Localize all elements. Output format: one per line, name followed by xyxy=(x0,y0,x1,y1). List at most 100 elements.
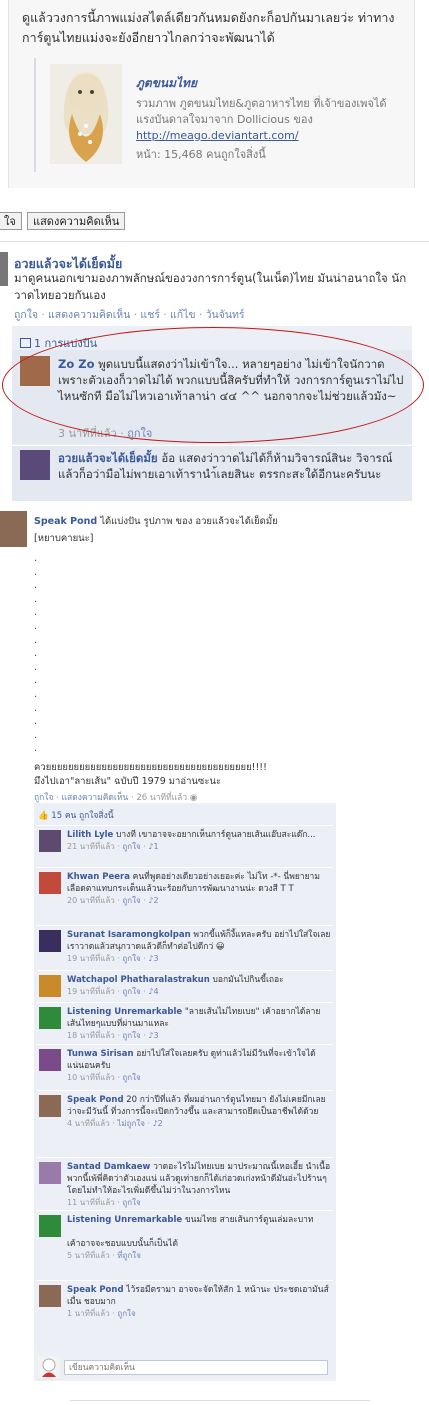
like-count[interactable]: ♪4 xyxy=(148,987,158,996)
comment-author[interactable]: Speak Pond xyxy=(67,1095,124,1105)
shared-text: ได้แบ่งปัน รูปภาพ ของ อวยแล้วจะได้เย็ดมั… xyxy=(100,516,278,527)
comment-body: Speak Pond ไว้รอมีตรามา อาจจะจัดให้สัก 1… xyxy=(67,1284,331,1320)
share-link[interactable]: แชร์ xyxy=(140,309,160,321)
comment-like-link[interactable]: ถูกใจ xyxy=(122,1198,140,1207)
comment-like-link[interactable]: ถูกใจ xyxy=(122,1031,140,1040)
attachment-thumbnail[interactable] xyxy=(50,64,122,164)
comment-like-link[interactable]: ถูกใจ xyxy=(122,954,140,963)
comment-body: อวยแล้วจะได้เย็ดมั้ย อ้อ แสดงว่าวาดไม่ได… xyxy=(58,450,406,482)
comment-author[interactable]: อวยแล้วจะได้เย็ดมั้ย xyxy=(58,451,158,465)
timestamp[interactable]: 26 นาทีที่แล้ว xyxy=(136,793,187,803)
comment-author[interactable]: Khwan Peera xyxy=(67,872,130,882)
like-count[interactable]: ♪2 xyxy=(153,1119,163,1128)
comment-text: ขนมไทย สายเส้นการ์ตูนเล่มละบาท xyxy=(184,1215,314,1225)
comment-body: Tunwa Sirisan อย่าไปใส่ใจเลยครับ ดูท่าแล… xyxy=(67,1048,331,1084)
comment-meta: 21 นาทีที่แล้ว · ถูกใจ · ♪1 xyxy=(67,842,159,851)
dot-line: . xyxy=(34,661,38,673)
dot-line: . xyxy=(34,743,38,755)
avatar[interactable] xyxy=(39,975,61,997)
post-author[interactable]: Speak Pond xyxy=(34,516,97,527)
globe-icon: ◉ xyxy=(189,793,198,803)
dot-line: . xyxy=(34,553,38,564)
write-comment-input[interactable]: เขียนความคิดเห็น xyxy=(64,1360,328,1375)
avatar[interactable] xyxy=(39,830,61,852)
dot-line: . xyxy=(34,607,38,619)
comment-meta: 19 นาทีที่แล้ว · ถูกใจ · ♪4 xyxy=(67,987,159,996)
comment-link[interactable]: แสดงความคิดเห็น xyxy=(62,793,129,803)
comment-author[interactable]: Listening Unremarkable xyxy=(67,1215,182,1225)
comment-body: Santad Damkaew วาดอะไรไม่ไทยเบย มาประมาณ… xyxy=(67,1161,331,1209)
likes-summary[interactable]: 👍 15 คน ถูกใจสิ่งนี้ xyxy=(38,808,114,822)
comment-like-link[interactable]: ถูกใจ xyxy=(122,842,140,851)
like-button[interactable]: ใจ xyxy=(0,212,22,230)
share-icon xyxy=(20,338,31,348)
post-actions: ถูกใจ · แสดงความคิดเห็น · แชร์ · แก้ไข ·… xyxy=(14,309,245,321)
dot-line: . xyxy=(34,702,38,714)
avatar[interactable] xyxy=(20,450,50,480)
comment-meta: 10 นาทีที่แล้ว · ถูกใจ xyxy=(67,1073,141,1082)
comment-meta: 4 นาทีที่แล้ว · ไม่ถูกใจ · ♪2 xyxy=(67,1119,163,1128)
avatar[interactable] xyxy=(39,1095,61,1117)
comment-like-link[interactable]: ไม่ถูกใจ xyxy=(117,1119,145,1128)
comment-body: Speak Pond 20 กว่าปีที่แล้ว ที่ผมอ่านการ… xyxy=(67,1094,331,1130)
comment-row: Lilith Lyle บางที เขาอาจจะอยากเห็นการ์ตู… xyxy=(37,825,333,867)
avatar[interactable] xyxy=(39,930,61,952)
comment-link[interactable]: แสดงความคิดเห็น xyxy=(48,309,130,321)
comment-row: Speak Pond ไว้รอมีตรามา อาจจะจัดให้สัก 1… xyxy=(37,1280,333,1330)
like-count[interactable]: ♪3 xyxy=(148,1031,158,1040)
comment-like-link[interactable]: ถูกใจ xyxy=(122,1073,140,1082)
post-line: ควยยยยยยยยยยยยยยยยยยยยยยยยยยยยยยยยยยยยย!… xyxy=(34,762,267,773)
comment-author[interactable]: Lilith Lyle xyxy=(67,830,113,840)
avatar[interactable] xyxy=(39,1215,61,1237)
timestamp[interactable]: วันจันทร์ xyxy=(206,309,245,321)
comment-body: Lilith Lyle บางที เขาอาจจะอยากเห็นการ์ตู… xyxy=(67,829,331,853)
like-count[interactable]: ♪2 xyxy=(148,896,158,905)
like-link[interactable]: ถูกใจ xyxy=(34,793,53,803)
comment-row: Suranat Isaramongkolpan พวกขี้แพ้ก็งี้แห… xyxy=(37,925,333,970)
edit-link[interactable]: แก้ไข xyxy=(170,309,196,321)
comment-meta: 1 นาทีที่แล้ว · ถูกใจ xyxy=(67,1309,136,1318)
comment-meta: 18 นาทีที่แล้ว · ถูกใจ · ♪3 xyxy=(67,1031,159,1040)
attachment-stats: หน้า: 15,468 คนถูกใจสิ่งนี้ xyxy=(136,148,266,161)
comment-body: Watchapol Phatharalastrakun บอกมันไปกินข… xyxy=(67,974,331,998)
dot-line: . xyxy=(34,634,38,646)
comment-text: บางที เขาอาจจะอยากเห็นการ์ตูนลายเส้นแอ๊บ… xyxy=(116,830,316,840)
divider xyxy=(70,1400,370,1401)
comment-body: Listening Unremarkable ขนมไทย สายเส้นการ… xyxy=(67,1214,331,1262)
comment-author[interactable]: Tunwa Sirisan xyxy=(67,1049,134,1059)
like-count[interactable]: ♪1 xyxy=(148,842,158,851)
comment-row: Khwan Peera คนที่พูดอย่างเดียวอย่างเยอะค… xyxy=(37,867,333,925)
avatar[interactable] xyxy=(39,872,61,894)
avatar[interactable] xyxy=(39,1285,61,1307)
comment-body: Khwan Peera คนที่พูดอย่างเดียวอย่างเยอะค… xyxy=(67,871,331,907)
annotation-ellipse xyxy=(2,327,424,443)
comment-like-link[interactable]: ที่ถูกใจ xyxy=(117,1251,141,1260)
author-avatar[interactable] xyxy=(0,252,8,286)
comment-meta: 20 นาทีที่แล้ว · ถูกใจ · ♪2 xyxy=(67,896,159,905)
avatar[interactable] xyxy=(39,1162,61,1184)
like-count[interactable]: ♪3 xyxy=(148,954,158,963)
comment-button[interactable]: แสดงความคิดเห็น xyxy=(27,212,126,230)
comment-like-link[interactable]: ถูกใจ xyxy=(117,1309,135,1318)
comment-meta: 5 นาทีที่แล้ว · ที่ถูกใจ xyxy=(67,1251,141,1260)
comment-body: Listening Unremarkable "ลายเส้นไม่ไทยเบย… xyxy=(67,1006,331,1042)
comment-author[interactable]: Watchapol Phatharalastrakun xyxy=(67,975,210,985)
post-line: มึงไปเอา"ลายเส้น" ฉบับปี 1979 มาอ่านซะนะ xyxy=(34,776,222,787)
comment-author[interactable]: Speak Pond xyxy=(67,1285,124,1295)
avatar[interactable] xyxy=(39,1049,61,1071)
attachment-url[interactable]: http://meago.deviantart.com/ xyxy=(136,129,299,142)
avatar[interactable] xyxy=(39,1007,61,1029)
attachment-title[interactable]: ภูตขนมไทย xyxy=(136,74,197,93)
dot-line: . xyxy=(34,566,38,578)
comment-like-link[interactable]: ถูกใจ xyxy=(122,896,140,905)
comment-author[interactable]: Listening Unremarkable xyxy=(67,1007,182,1017)
dot-line: . xyxy=(34,580,38,592)
dot-line: . xyxy=(34,621,38,632)
like-link[interactable]: ถูกใจ xyxy=(14,309,38,321)
dot-line: . xyxy=(34,689,38,700)
comment-author[interactable]: Santad Damkaew xyxy=(67,1162,150,1172)
comment-author[interactable]: Suranat Isaramongkolpan xyxy=(67,930,191,940)
avatar[interactable] xyxy=(0,511,27,547)
comment-meta: 11 นาทีที่แล้ว · ถูกใจ xyxy=(67,1198,141,1207)
comment-like-link[interactable]: ถูกใจ xyxy=(122,987,140,996)
